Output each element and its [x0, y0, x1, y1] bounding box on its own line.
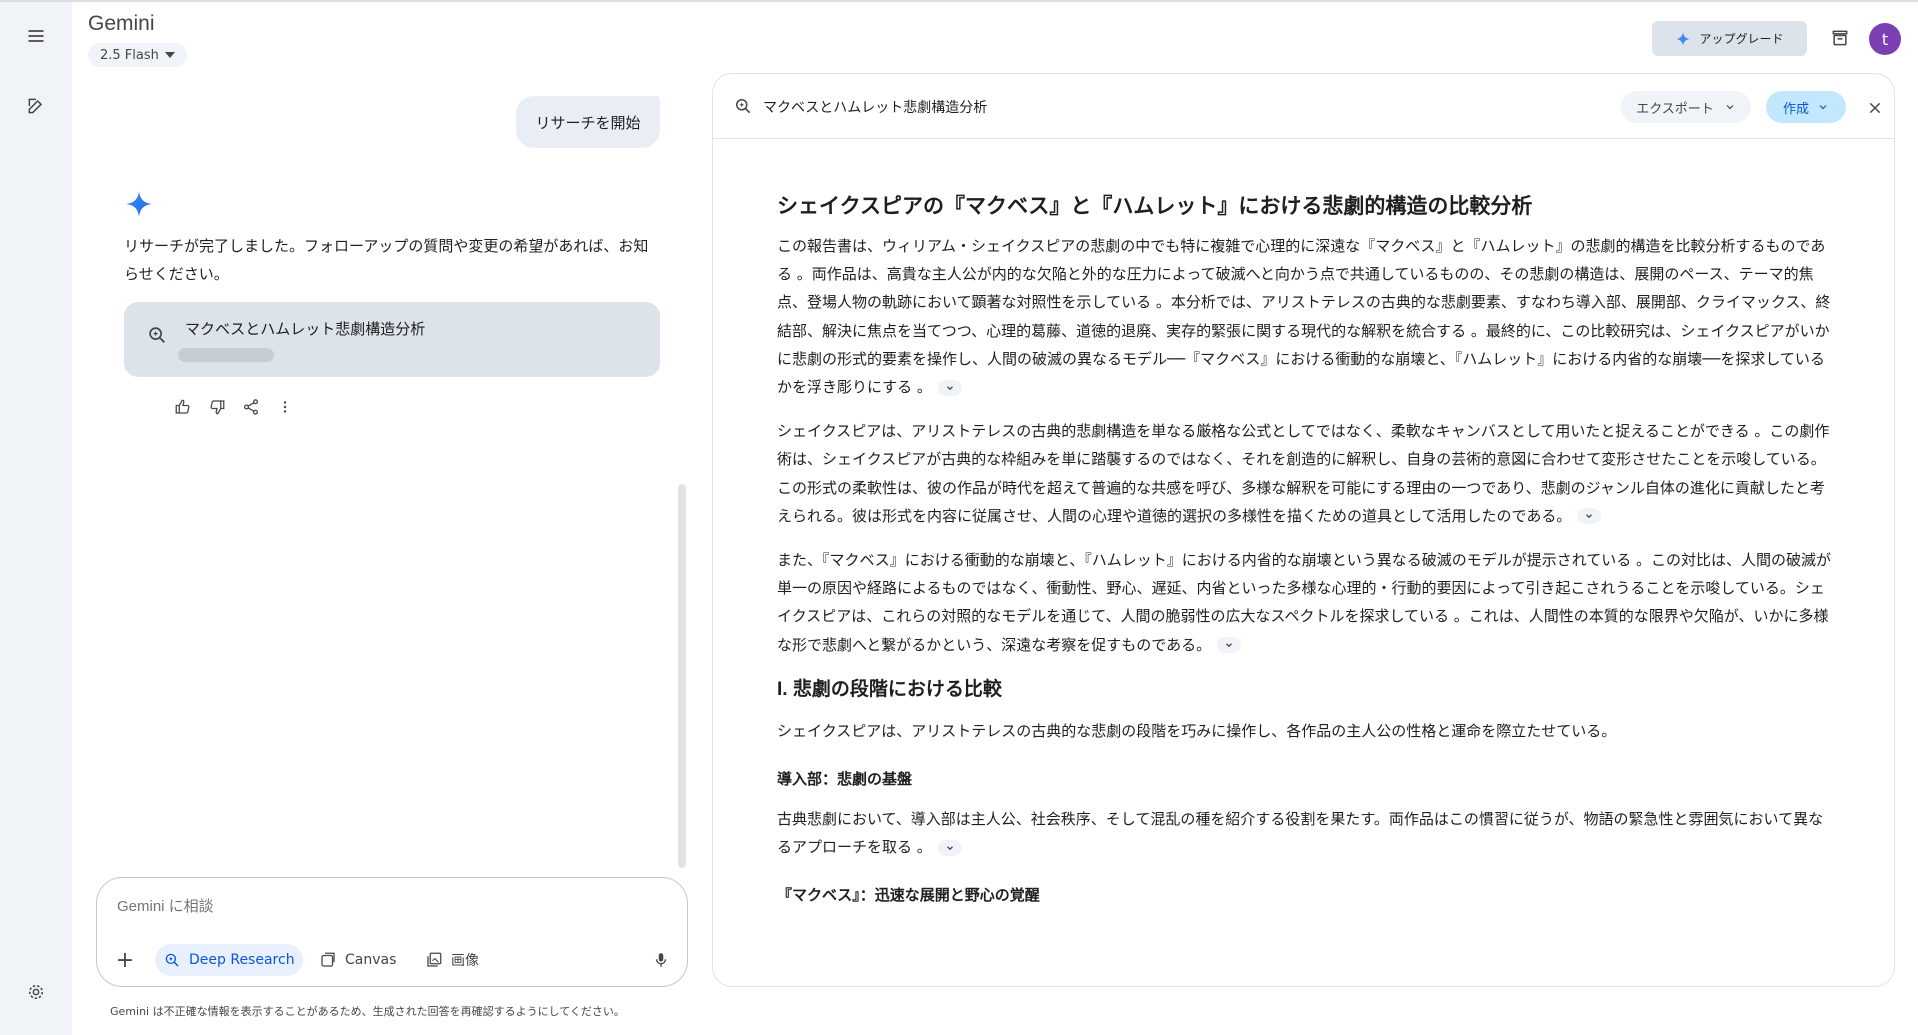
settings-icon[interactable]	[20, 976, 52, 1008]
thumbs-down-icon[interactable]	[206, 396, 228, 418]
canvas-icon	[321, 952, 335, 967]
upgrade-label: アップグレード	[1699, 32, 1784, 46]
window-top-border	[0, 0, 1918, 2]
deep-research-icon	[736, 99, 751, 114]
deep-research-icon	[149, 327, 165, 343]
research-panel: マクベスとハムレット悲劇構造分析 エクスポート 作成 シェイクスピアの『マクベス…	[712, 73, 1895, 987]
tool-label: Deep Research	[189, 952, 295, 968]
prompt-input[interactable]	[117, 898, 617, 915]
new-chat-icon[interactable]	[20, 90, 52, 122]
side-rail	[0, 2, 72, 1035]
chevron-down-icon	[1819, 105, 1827, 110]
share-icon[interactable]	[240, 396, 262, 418]
disclaimer: Gemini は不正確な情報を表示することがあるため、生成された回答を再確認する…	[110, 1005, 625, 1018]
paragraph-text: この報告書は、ウィリアム・シェイクスピアの悲劇の中でも特に複雑で心理的に深遠な『…	[777, 237, 1831, 397]
export-button[interactable]: エクスポート	[1621, 91, 1751, 123]
expand-citation-button[interactable]	[1217, 637, 1242, 654]
export-label: エクスポート	[1636, 101, 1714, 117]
research-document: シェイクスピアの『マクベス』と『ハムレット』における悲劇的構造の比較分析 この報…	[777, 164, 1837, 921]
model-label: 2.5 Flash	[100, 47, 159, 63]
research-card-subtitle-placeholder	[178, 348, 274, 362]
research-card[interactable]: マクベスとハムレット悲劇構造分析	[124, 302, 660, 377]
caret-down-icon	[164, 52, 175, 58]
expand-citation-button[interactable]	[937, 379, 962, 396]
research-card-title: マクベスとハムレット悲劇構造分析	[185, 320, 426, 338]
chevron-down-icon	[946, 385, 953, 390]
app-title: Gemini	[88, 12, 155, 35]
response-actions	[172, 396, 296, 418]
assistant-reply: リサーチが完了しました。フォローアップの質問や変更の希望があれば、お知らせくださ…	[124, 237, 649, 283]
paragraph: シェイクスピアは、アリストテレスの古典的な悲劇の段階を巧みに操作し、各作品の主人…	[777, 717, 1837, 745]
chevron-down-icon	[946, 846, 953, 850]
model-selector[interactable]: 2.5 Flash	[88, 43, 187, 67]
paragraph-text: シェイクスピアは、アリストテレスの古典的な悲劇の段階を巧みに操作し、各作品の主人…	[777, 721, 1617, 740]
thumbs-up-icon[interactable]	[172, 396, 194, 418]
tool-label: Canvas	[345, 952, 397, 968]
create-label: 作成	[1782, 101, 1809, 117]
gemini-sparkle-icon	[126, 191, 152, 217]
add-icon[interactable]: +	[109, 944, 141, 976]
more-vert-icon[interactable]	[274, 396, 296, 418]
tool-deep-research[interactable]: Deep Research	[155, 944, 303, 976]
tool-canvas[interactable]: Canvas	[311, 944, 404, 976]
panel-title: マクベスとハムレット悲劇構造分析	[763, 100, 988, 116]
history-icon[interactable]	[1826, 24, 1854, 52]
paragraph: 古典悲劇において、導入部は主人公、社会秩序、そして混乱の種を紹介する役割を果たす…	[777, 805, 1837, 861]
mic-icon[interactable]	[647, 946, 675, 974]
paragraph-text: シェイクスピアは、アリストテレスの古典的悲劇構造を単なる厳格な公式としてではなく…	[777, 422, 1830, 525]
close-icon[interactable]	[1863, 96, 1887, 120]
document-heading: シェイクスピアの『マクベス』と『ハムレット』における悲劇的構造の比較分析	[777, 195, 1533, 218]
paragraph-text: また、『マクベス』における衝動的な崩壊と、『ハムレット』における内省的な崩壊とい…	[777, 551, 1832, 654]
panel-header: マクベスとハムレット悲劇構造分析 エクスポート 作成	[713, 74, 1894, 139]
chat-scrollbar[interactable]	[678, 484, 686, 868]
chevron-down-icon	[1226, 643, 1233, 648]
paragraph: シェイクスピアは、アリストテレスの古典的悲劇構造を単なる厳格な公式としてではなく…	[777, 417, 1837, 530]
chevron-down-icon	[1726, 105, 1734, 110]
upgrade-button[interactable]: アップグレード	[1652, 21, 1807, 56]
subsection-heading: 『マクベス』：迅速な展開と野心の覚醒	[777, 886, 1040, 905]
avatar[interactable]: t	[1869, 23, 1901, 55]
menu-icon[interactable]	[20, 20, 52, 52]
chevron-down-icon	[1586, 514, 1593, 519]
expand-citation-button[interactable]	[937, 839, 962, 856]
subsection-heading: 導入部：悲劇の基盤	[777, 770, 913, 789]
paragraph-text: 古典悲劇において、導入部は主人公、社会秩序、そして混乱の種を紹介する役割を果たす…	[777, 810, 1824, 857]
tool-label: 画像	[451, 953, 479, 969]
deep-research-icon	[165, 953, 179, 967]
prompt-box: + Deep Research Canvas 画像	[96, 877, 688, 987]
create-button[interactable]: 作成	[1766, 91, 1846, 123]
user-message-bubble: リサーチを開始	[516, 96, 660, 148]
sparkle-icon	[1676, 31, 1691, 46]
tool-image[interactable]: 画像	[417, 944, 487, 976]
section-heading: I. 悲劇の段階における比較	[777, 678, 1002, 700]
image-icon	[427, 952, 442, 967]
expand-citation-button[interactable]	[1577, 508, 1602, 525]
paragraph: また、『マクベス』における衝動的な崩壊と、『ハムレット』における内省的な崩壊とい…	[777, 546, 1837, 659]
paragraph: この報告書は、ウィリアム・シェイクスピアの悲劇の中でも特に複雑で心理的に深遠な『…	[777, 232, 1837, 401]
